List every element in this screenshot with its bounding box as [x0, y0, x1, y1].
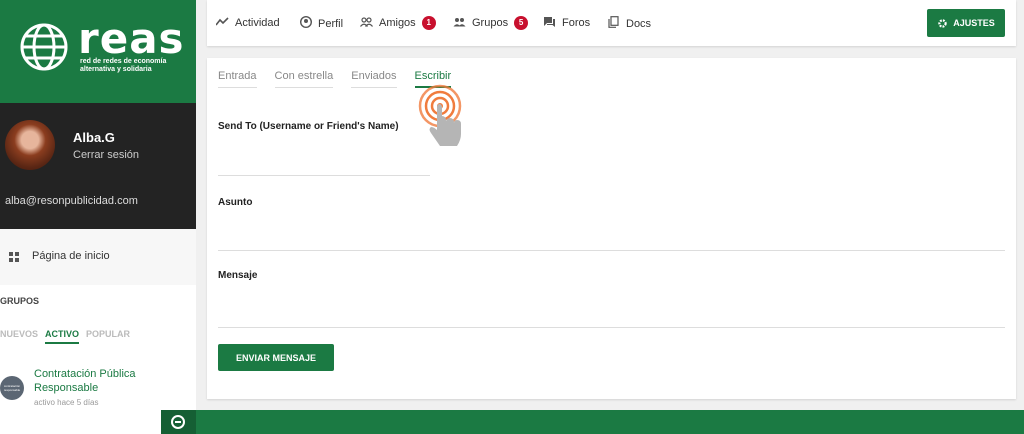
collapse-sidebar-button[interactable] [161, 410, 196, 434]
sidebar: reas red de redes de economía alternativ… [0, 0, 196, 434]
profile-icon [299, 15, 312, 31]
tab-starred[interactable]: Con estrella [274, 70, 334, 88]
docs-icon [607, 16, 620, 31]
settings-button[interactable]: AJUSTES [927, 9, 1005, 37]
notification-badge: 1 [421, 16, 436, 30]
brand-tagline: red de redes de economía [80, 58, 167, 65]
user-email: alba@resonpublicidad.com [5, 195, 138, 207]
send-message-button[interactable]: ENVIAR MENSAJE [218, 344, 334, 371]
activity-icon [215, 16, 229, 30]
nav-label: Perfil [318, 17, 344, 30]
group-avatar[interactable]: contratación responsable [0, 376, 24, 400]
subject-label: Asunto [218, 197, 253, 208]
user-panel: Alba.G Cerrar sesión alba@resonpublicida… [0, 103, 196, 229]
compose-message-panel: Entrada Con estrella Enviados Escribir S… [207, 58, 1016, 399]
tab-inbox[interactable]: Entrada [218, 70, 257, 88]
avatar[interactable] [5, 120, 55, 170]
grid-icon [9, 252, 19, 262]
groups-filter-tabs: NUEVOS ACTIVO POPULAR [0, 329, 130, 344]
nav-friends[interactable]: Amigos 1 [360, 16, 436, 30]
tab-popular[interactable]: POPULAR [86, 329, 130, 344]
sidebar-item-home[interactable]: Página de inicio [0, 229, 196, 285]
nav-activity[interactable]: Actividad [215, 16, 280, 30]
logout-link[interactable]: Cerrar sesión [73, 149, 139, 161]
nav-docs[interactable]: Docs [607, 16, 651, 31]
settings-label: AJUSTES [953, 18, 995, 28]
nav-groups[interactable]: Grupos 5 [453, 16, 529, 30]
send-to-field[interactable] [218, 175, 430, 176]
group-activity: activo hace 5 días [34, 398, 99, 407]
top-navigation: Actividad Perfil Amigos 1 Grupos 5 Foros… [207, 0, 1016, 46]
globe-logo-icon [20, 23, 68, 71]
message-field[interactable] [218, 327, 1005, 328]
subject-field[interactable] [218, 250, 1005, 251]
tab-sent[interactable]: Enviados [351, 70, 397, 88]
tap-hand-icon [418, 84, 462, 146]
nav-label: Foros [562, 17, 591, 29]
notification-badge: 5 [514, 16, 529, 30]
nav-profile[interactable]: Perfil [299, 15, 344, 31]
footer-bar [196, 410, 1024, 434]
friends-icon [360, 16, 373, 30]
brand-tagline: alternativa y solidaria [80, 66, 152, 73]
brand-name: reas [78, 14, 185, 63]
minus-circle-icon [171, 415, 185, 429]
nav-label: Grupos [472, 17, 509, 29]
nav-label: Actividad [235, 17, 280, 29]
gear-icon [938, 18, 947, 28]
nav-forums[interactable]: Foros [543, 16, 590, 30]
nav-label: Docs [626, 17, 652, 30]
sidebar-item-label: Página de inicio [32, 250, 110, 262]
tab-new[interactable]: NUEVOS [0, 329, 38, 344]
groups-heading: GRUPOS [0, 296, 40, 306]
tab-active[interactable]: ACTIVO [45, 329, 80, 344]
nav-label: Amigos [379, 17, 416, 29]
send-to-label: Send To (Username or Friend's Name) [218, 121, 399, 132]
user-name[interactable]: Alba.G [73, 130, 115, 145]
group-name[interactable]: Contratación Pública Responsable [34, 367, 174, 395]
forums-icon [543, 16, 556, 30]
brand-header[interactable]: reas red de redes de economía alternativ… [0, 0, 196, 103]
message-label: Mensaje [218, 270, 258, 281]
groups-icon [453, 16, 466, 30]
